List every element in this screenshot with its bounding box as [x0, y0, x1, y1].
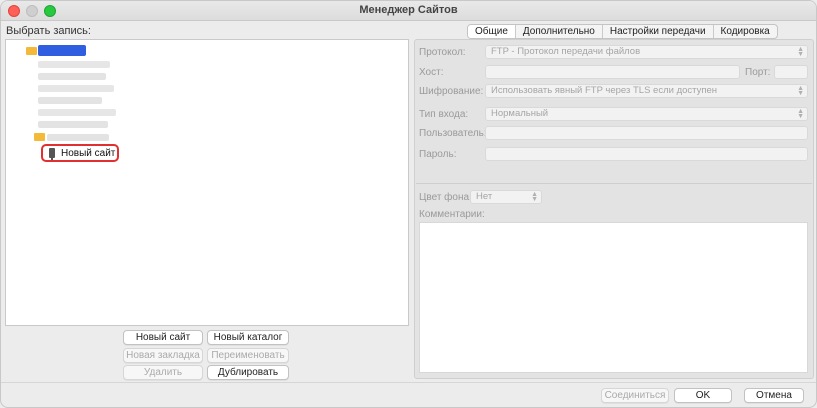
tree-item-redacted[interactable]: [38, 85, 114, 92]
tab-transfer-settings[interactable]: Настройки передачи: [603, 25, 714, 38]
new-folder-button[interactable]: Новый каталог: [207, 330, 289, 345]
tab-charset[interactable]: Кодировка: [714, 25, 777, 38]
background-color-value: Нет: [476, 191, 493, 202]
background-color-select[interactable]: Нет ▲ ▼: [470, 190, 542, 204]
delete-button[interactable]: Удалить: [123, 365, 203, 380]
tree-item-redacted[interactable]: [38, 45, 86, 56]
host-input[interactable]: [485, 65, 740, 79]
tab-general[interactable]: Общие: [468, 25, 516, 38]
tree-item-new-site[interactable]: Новый сайт: [41, 144, 119, 162]
cancel-button[interactable]: Отмена: [744, 388, 804, 403]
zoom-window-icon[interactable]: [44, 5, 56, 17]
password-label: Пароль:: [419, 149, 457, 160]
tree-item-redacted[interactable]: [38, 109, 116, 116]
comments-textarea[interactable]: [419, 222, 808, 373]
folder-icon: [34, 133, 45, 141]
chevron-updown-icon: ▲ ▼: [797, 108, 804, 120]
tree-item-redacted[interactable]: [38, 73, 106, 80]
tree-item-redacted[interactable]: [47, 134, 109, 141]
chevron-updown-icon: ▲ ▼: [531, 191, 538, 203]
protocol-label: Протокол:: [419, 47, 466, 58]
chevron-updown-icon: ▲ ▼: [797, 46, 804, 58]
select-entry-label: Выбрать запись:: [6, 25, 91, 37]
connect-button[interactable]: Соединиться: [601, 388, 669, 403]
logon-type-label: Тип входа:: [419, 109, 469, 120]
window-title: Менеджер Сайтов: [359, 4, 458, 16]
duplicate-button[interactable]: Дублировать: [207, 365, 289, 380]
rename-button[interactable]: Переименовать: [207, 348, 289, 363]
user-label: Пользователь:: [419, 128, 487, 139]
password-input[interactable]: [485, 147, 808, 161]
comments-label: Комментарии:: [419, 209, 485, 220]
tree-item-label: Новый сайт: [61, 147, 116, 159]
encryption-label: Шифрование:: [419, 86, 484, 97]
section-divider: [416, 183, 812, 184]
server-icon: [49, 148, 55, 160]
logon-type-value: Нормальный: [491, 108, 549, 119]
port-input[interactable]: [774, 65, 808, 79]
user-input[interactable]: [485, 126, 808, 140]
footer-divider: [1, 382, 816, 383]
tree-item-redacted[interactable]: [38, 97, 102, 104]
new-site-button[interactable]: Новый сайт: [123, 330, 203, 345]
minimize-window-icon[interactable]: [26, 5, 38, 17]
tree-item-redacted[interactable]: [38, 61, 110, 68]
encryption-value: Использовать явный FTP через TLS если до…: [491, 85, 718, 96]
protocol-value: FTP - Протокол передачи файлов: [491, 46, 641, 57]
close-window-icon[interactable]: [8, 5, 20, 17]
site-manager-window: Менеджер Сайтов Выбрать запись: Новый са…: [0, 0, 817, 408]
title-bar: Менеджер Сайтов: [1, 1, 816, 21]
chevron-updown-icon: ▲ ▼: [797, 85, 804, 97]
tab-advanced[interactable]: Дополнительно: [516, 25, 603, 38]
host-label: Хост:: [419, 67, 444, 78]
new-bookmark-button[interactable]: Новая закладка: [123, 348, 203, 363]
tree-item-redacted[interactable]: [38, 121, 108, 128]
encryption-select[interactable]: Использовать явный FTP через TLS если до…: [485, 84, 808, 98]
protocol-select[interactable]: FTP - Протокол передачи файлов ▲ ▼: [485, 45, 808, 59]
folder-icon: [26, 47, 37, 55]
logon-type-select[interactable]: Нормальный ▲ ▼: [485, 107, 808, 121]
site-tree[interactable]: Новый сайт: [5, 39, 409, 326]
port-label: Порт:: [745, 67, 771, 78]
settings-tabs: Общие Дополнительно Настройки передачи К…: [467, 24, 778, 39]
ok-button[interactable]: OK: [674, 388, 732, 403]
background-color-label: Цвет фона:: [419, 192, 472, 203]
